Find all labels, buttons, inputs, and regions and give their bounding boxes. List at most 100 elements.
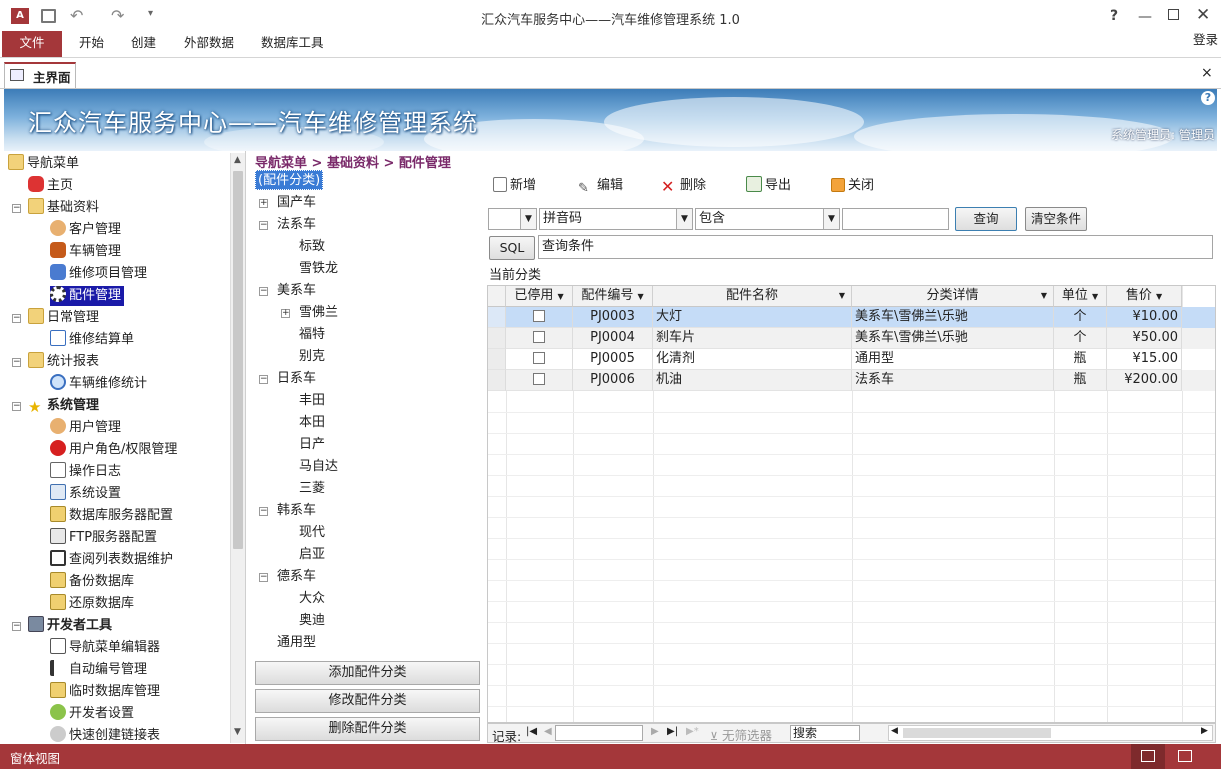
new-button[interactable]: 新增	[493, 176, 536, 196]
sort-dropdown-icon[interactable]: ▼	[638, 292, 644, 301]
sort-dropdown-icon[interactable]: ▼	[1041, 286, 1047, 306]
last-record-icon[interactable]: ▶|	[667, 726, 678, 737]
category-node[interactable]: 现代	[299, 523, 325, 543]
category-node[interactable]: 马自达	[299, 457, 338, 477]
col-header-category-detail[interactable]: 分类详情 ▼	[852, 286, 1054, 307]
collapse-french[interactable]: −	[259, 221, 268, 230]
category-detail-cell[interactable]: 法系车	[852, 370, 1054, 391]
select-all-corner[interactable]	[488, 286, 506, 307]
horizontal-scrollbar[interactable]: ◀ ▶	[888, 725, 1213, 741]
form-view-icon[interactable]	[1131, 744, 1165, 769]
nav-item-quick-link[interactable]: 快速创建链接表	[50, 726, 160, 744]
nav-item-vehicle-repair-stats[interactable]: 车辆维修统计	[50, 374, 147, 394]
filter-operator-select[interactable]: 包含 ▼	[695, 208, 840, 230]
expand-chevrolet[interactable]: +	[281, 309, 290, 318]
collapse-daily[interactable]: −	[12, 314, 21, 323]
price-cell[interactable]: ¥15.00	[1107, 349, 1182, 370]
category-node[interactable]: 标致	[299, 237, 325, 257]
scroll-up-icon[interactable]: ▲	[234, 155, 241, 165]
collapse-german[interactable]: −	[259, 573, 268, 582]
row-selector[interactable]	[488, 307, 506, 328]
col-header-unit[interactable]: 单位 ▼	[1054, 286, 1107, 307]
disabled-checkbox-cell[interactable]	[506, 307, 573, 328]
nav-item-auto-number[interactable]: 自动编号管理	[50, 660, 147, 680]
part-no-cell[interactable]: PJ0004	[573, 328, 653, 349]
category-node[interactable]: 本田	[299, 413, 325, 433]
help-icon[interactable]: ?	[1201, 91, 1215, 105]
table-row[interactable]: PJ0003 大灯 美系车\雪佛兰\乐驰 个 ¥10.00	[488, 307, 1215, 328]
scroll-right-icon[interactable]: ▶	[1201, 726, 1208, 736]
part-no-cell[interactable]: PJ0006	[573, 370, 653, 391]
price-cell[interactable]: ¥50.00	[1107, 328, 1182, 349]
table-row[interactable]: PJ0005 化清剂 通用型 瓶 ¥15.00	[488, 349, 1215, 370]
unit-cell[interactable]: 个	[1054, 307, 1107, 328]
sort-dropdown-icon[interactable]: ▼	[1092, 292, 1098, 301]
collapse-system[interactable]: −	[12, 402, 21, 411]
col-header-part-no[interactable]: 配件编号 ▼	[573, 286, 653, 307]
disabled-checkbox[interactable]	[533, 331, 545, 343]
prev-record-icon[interactable]: ◀	[544, 726, 552, 737]
category-detail-cell[interactable]: 美系车\雪佛兰\乐驰	[852, 328, 1054, 349]
col-header-disabled[interactable]: 已停用 ▼	[506, 286, 573, 307]
category-detail-cell[interactable]: 通用型	[852, 349, 1054, 370]
login-link[interactable]: 登录	[1193, 28, 1218, 54]
edit-category-button[interactable]: 修改配件分类	[255, 689, 480, 713]
nav-item-operation-log[interactable]: 操作日志	[50, 462, 121, 482]
disabled-checkbox[interactable]	[533, 352, 545, 364]
category-node[interactable]: 丰田	[299, 391, 325, 411]
part-name-cell[interactable]: 机油	[653, 370, 852, 391]
sort-dropdown-icon[interactable]: ▼	[839, 286, 845, 306]
collapse-reports[interactable]: −	[12, 358, 21, 367]
table-row[interactable]: PJ0006 机油 法系车 瓶 ¥200.00	[488, 370, 1215, 391]
row-selector[interactable]	[488, 328, 506, 349]
sort-dropdown-icon[interactable]: ▼	[1156, 292, 1162, 301]
collapse-basic-data[interactable]: −	[12, 204, 21, 213]
add-category-button[interactable]: 添加配件分类	[255, 661, 480, 685]
disabled-checkbox[interactable]	[533, 310, 545, 322]
export-button[interactable]: 导出	[746, 176, 791, 196]
category-node[interactable]: 别克	[299, 347, 325, 367]
collapse-american[interactable]: −	[259, 287, 268, 296]
close-window-button[interactable]: ✕	[1196, 5, 1210, 25]
record-number-input[interactable]	[555, 725, 643, 741]
nav-item-roles[interactable]: 用户角色/权限管理	[50, 440, 177, 460]
scroll-left-icon[interactable]: ◀	[891, 726, 898, 736]
category-detail-cell[interactable]: 美系车\雪佛兰\乐驰	[852, 307, 1054, 328]
tab-file[interactable]: 文件	[2, 31, 62, 57]
price-cell[interactable]: ¥200.00	[1107, 370, 1182, 391]
minimize-button[interactable]: —	[1138, 9, 1152, 25]
category-node[interactable]: 大众	[299, 589, 325, 609]
maximize-button[interactable]	[1168, 9, 1179, 20]
disabled-checkbox-cell[interactable]	[506, 370, 573, 391]
clear-conditions-button[interactable]: 清空条件	[1025, 207, 1087, 231]
nav-item-parts[interactable]: 配件管理	[50, 286, 125, 306]
part-no-cell[interactable]: PJ0005	[573, 349, 653, 370]
nav-item-repair-settlement[interactable]: 维修结算单	[50, 330, 134, 350]
nav-item-daily[interactable]: 日常管理	[28, 308, 99, 328]
collapse-korean[interactable]: −	[259, 507, 268, 516]
delete-button[interactable]: ✕ 删除	[661, 176, 706, 196]
collapse-dev-tools[interactable]: −	[12, 622, 21, 631]
category-root[interactable]: (配件分类)	[255, 170, 324, 190]
nav-item-basic-data[interactable]: 基础资料	[28, 198, 99, 218]
nav-item-backup-db[interactable]: 备份数据库	[50, 572, 134, 592]
nav-item-vehicles[interactable]: 车辆管理	[50, 242, 121, 262]
unit-cell[interactable]: 瓶	[1054, 370, 1107, 391]
category-node[interactable]: 雪铁龙	[299, 259, 338, 279]
filter-value-input[interactable]	[842, 208, 949, 230]
close-form-button[interactable]: ×	[1201, 65, 1213, 81]
layout-view-icon[interactable]	[1178, 750, 1192, 762]
nav-item-home[interactable]: 主页	[28, 176, 73, 196]
no-filter-indicator[interactable]: ⊻ 无筛选器	[710, 725, 772, 744]
nav-item-dev-tools[interactable]: 开发者工具	[28, 616, 112, 636]
filter-column-select[interactable]: 拼音码 ▼	[539, 208, 693, 230]
nav-item-users[interactable]: 用户管理	[50, 418, 121, 438]
category-node[interactable]: 通用型	[277, 633, 316, 653]
nav-item-repair-items[interactable]: 维修项目管理	[50, 264, 147, 284]
part-name-cell[interactable]: 化清剂	[653, 349, 852, 370]
nav-scrollbar[interactable]: ▲ ▼	[230, 153, 245, 743]
edit-button[interactable]: ✎ 编辑	[578, 176, 623, 196]
nav-item-reports[interactable]: 统计报表	[28, 352, 99, 372]
tab-create[interactable]: 创建	[131, 31, 156, 57]
category-node[interactable]: 美系车	[277, 281, 316, 301]
